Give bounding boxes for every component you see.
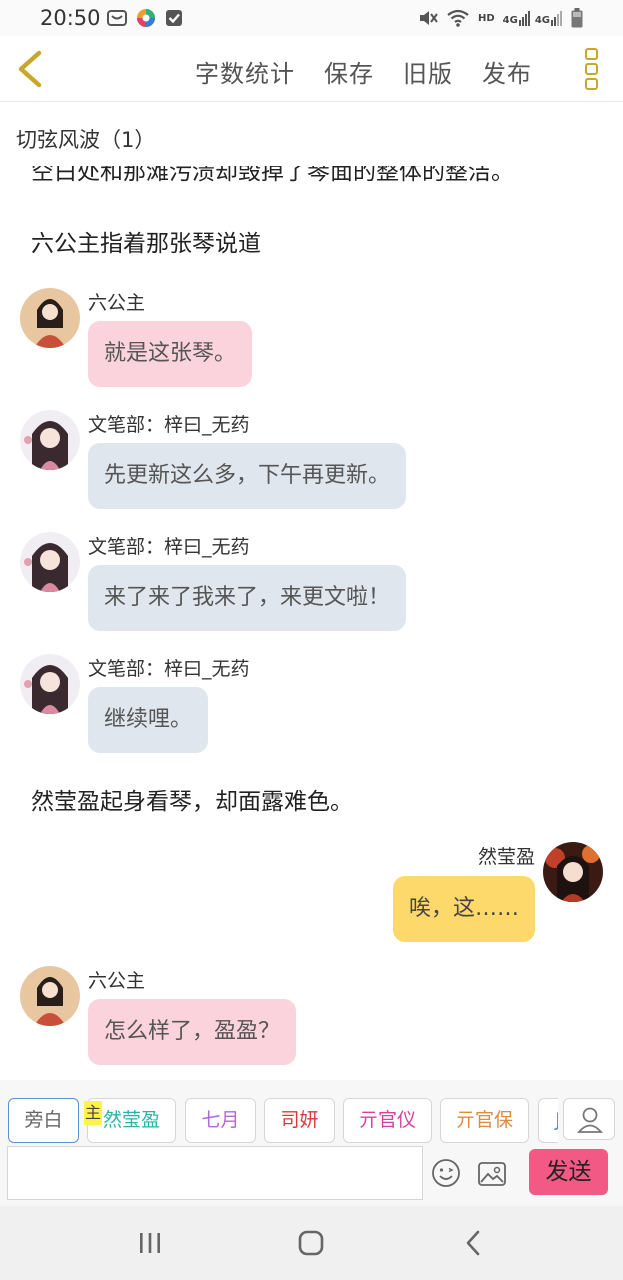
message-input[interactable] [7,1146,423,1200]
signal-label-2: 4G [534,15,550,26]
avatar[interactable] [20,410,80,470]
chip-role[interactable]: 亓官保 [440,1098,529,1143]
editor-toolbar: 字数统计 保存 旧版 发布 [0,36,623,102]
toolbar-actions: 字数统计 保存 旧版 发布 [195,54,561,89]
home-icon[interactable] [296,1228,326,1258]
check-box-icon [166,10,182,26]
role-manager-button[interactable] [563,1098,615,1140]
wifi-icon [447,9,469,27]
person-icon [577,1107,603,1133]
image-icon[interactable] [477,1160,507,1188]
save-button[interactable]: 保存 [324,54,374,89]
avatar[interactable] [20,654,80,714]
more-menu-icon[interactable] [585,48,601,90]
mail-icon [107,10,127,26]
message-bubble[interactable]: 先更新这么多，下午再更新。 [88,443,407,509]
chapter-title[interactable]: 切弦风波（1） [16,124,155,154]
emoji-icon[interactable] [431,1158,461,1188]
speaker-name: 然莹盈 [477,846,535,868]
back-arrow-icon[interactable] [12,48,52,90]
avatar[interactable] [20,288,80,348]
narration-text: 空白处和那滩污渍却毁掉了琴面的整体的整洁。 [31,166,514,185]
message-bubble[interactable]: 就是这张琴。 [88,321,253,387]
avatar[interactable] [20,532,80,592]
system-indicators: HD 4G 4G [418,8,583,28]
chip-narrator[interactable]: 旁白 [8,1098,79,1143]
chapter-header: 切弦风波（1） [0,102,623,166]
back-icon[interactable] [459,1228,489,1258]
speaker-name: 六公主 [88,292,146,314]
status-time: 20:50 [40,6,101,30]
message-bubble[interactable]: 怎么样了，盈盈？ [88,999,297,1065]
main-role-badge: 主 [84,1101,102,1125]
send-button[interactable]: 发送 [529,1149,608,1195]
chip-role[interactable]: J [538,1098,558,1143]
mute-icon [419,11,438,25]
speaker-name: 文笔部：梓曰_无药 [88,414,250,436]
battery-icon [571,8,583,28]
speaker-name: 六公主 [88,970,146,992]
publish-button[interactable]: 发布 [482,54,532,89]
speaker-name: 文笔部：梓曰_无药 [88,536,250,558]
old-version-button[interactable]: 旧版 [403,54,453,89]
system-nav-bar [0,1206,623,1280]
avatar[interactable] [543,842,603,902]
hd-label: HD [477,12,495,24]
message-bubble[interactable]: 唉，这…… [392,876,535,942]
notification-icons [106,8,184,28]
chip-role[interactable]: 七月 [185,1098,256,1143]
chip-role[interactable]: 司妍 [264,1098,335,1143]
speaker-name: 文笔部：梓曰_无药 [88,658,250,680]
word-count-button[interactable]: 字数统计 [195,54,295,89]
message-bubble[interactable]: 来了来了我来了，来更文啦！ [88,565,407,631]
signal-icon: 4G 4G [503,10,563,26]
recent-apps-icon[interactable] [135,1228,165,1258]
composer-panel: 旁白 然莹盈 七月 司妍 亓官仪 亓官保 J 发送 [0,1080,623,1206]
colorful-app-icon [137,9,155,27]
status-bar: 20:50 HD 4G 4G [0,0,623,36]
narration-text: 六公主指着那张琴说道 [31,231,261,257]
avatar[interactable] [20,966,80,1026]
message-bubble[interactable]: 继续哩。 [88,687,209,753]
signal-label-1: 4G [502,15,518,26]
narration-text: 然莹盈起身看琴，却面露难色。 [31,789,353,815]
story-content[interactable]: 空白处和那滩污渍却毁掉了琴面的整体的整洁。 六公主指着那张琴说道 六公主 就是这… [0,166,623,1080]
chip-role[interactable]: 亓官仪 [343,1098,432,1143]
